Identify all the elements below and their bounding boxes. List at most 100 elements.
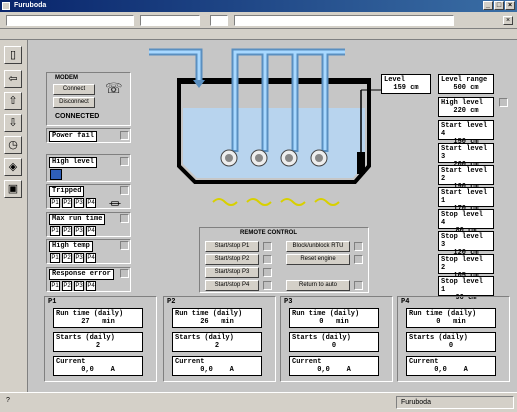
return-auto-button[interactable]: Return to auto — [286, 280, 350, 291]
toolbar-field-2[interactable] — [140, 15, 200, 26]
motor-icon: ⏛ — [109, 197, 122, 211]
start-stop-p3-button[interactable]: Start/stop P3 — [205, 267, 259, 278]
level-setting-6[interactable]: Start level 1170 cm — [438, 187, 494, 213]
run-time-value: 26 — [200, 318, 209, 326]
start-stop-p1-button[interactable]: Start/stop P1 — [205, 241, 259, 252]
pump-panel-p4: P4 Run time (daily) 0 min Starts (daily) 0 Cu… — [397, 296, 510, 382]
current-value: 0,0 — [200, 366, 213, 374]
run-time-display: Run time (daily) 27 min — [53, 308, 143, 328]
starts-value: 0 — [331, 342, 337, 350]
yellow-waves — [212, 198, 340, 206]
start-stop-p4-button[interactable]: Start/stop P4 — [205, 280, 259, 291]
high-temp-label: High temp — [49, 241, 93, 252]
level-setting-label: Start level 2 — [441, 167, 488, 183]
level-setting-value: 220 — [453, 107, 466, 115]
block-rtu-indicator — [354, 242, 363, 251]
close-button[interactable]: × — [505, 1, 515, 10]
current-label: Current — [292, 358, 322, 366]
pump-panel-p2: P2 Run time (daily) 26 min Starts (daily) 2 C… — [163, 296, 276, 382]
starts-label: Starts (daily) — [409, 334, 468, 342]
level-setting-2[interactable]: High level 220 cm — [438, 97, 494, 117]
block-rtu-button[interactable]: Block/unblock RTU — [286, 241, 350, 252]
run-time-display: Run time (daily) 0 min — [406, 308, 496, 328]
high-temp-indicator — [120, 241, 129, 250]
current-unit: A — [463, 366, 468, 374]
tank — [177, 78, 371, 184]
tripped-p4: P4 — [86, 198, 96, 208]
level-setting-1[interactable]: Level range 500 cm — [438, 74, 494, 94]
start-stop-p3-indicator — [263, 268, 272, 277]
pump-name: P3 — [284, 298, 293, 306]
level-setting-8[interactable]: Stop level 3 120 cm — [438, 231, 494, 257]
starts-display: Starts (daily) 0 — [406, 332, 496, 352]
start-stop-p2-button[interactable]: Start/stop P2 — [205, 254, 259, 265]
level-setting-4[interactable]: Start level 3200 cm — [438, 143, 494, 169]
level-setting-label: Start level 1 — [441, 189, 488, 205]
starts-label: Starts (daily) — [56, 334, 115, 342]
arrow-left-icon[interactable]: ⇦ — [4, 70, 22, 88]
current-label: Current — [175, 358, 205, 366]
clock-icon[interactable]: ◷ — [4, 136, 22, 154]
run-time-label: Run time (daily) — [56, 310, 124, 318]
arrow-up-icon[interactable]: ⇧ — [4, 92, 22, 110]
response-error-indicator — [120, 269, 129, 278]
level-display: Level 159 cm — [381, 74, 431, 94]
arrow-down-icon[interactable]: ⇩ — [4, 114, 22, 132]
alarm-icon[interactable]: ◈ — [4, 158, 22, 176]
run-time-value: 27 — [81, 318, 90, 326]
current-display: Current 0,0 A — [406, 356, 496, 376]
toolbar-field-1[interactable] — [6, 15, 134, 26]
maxrun-p2: P2 — [62, 226, 72, 236]
starts-display: Starts (daily) 2 — [172, 332, 262, 352]
run-time-unit: min — [453, 318, 466, 326]
current-unit: A — [346, 366, 351, 374]
starts-value: 2 — [214, 342, 220, 350]
level-setting-unit: cm — [470, 107, 479, 115]
toolbar-field-3[interactable] — [210, 15, 228, 26]
status-left: ? — [6, 397, 10, 404]
run-time-unit: min — [336, 318, 349, 326]
level-setting-3[interactable]: Start level 4 150 cm — [438, 120, 494, 146]
response-error-label: Response error — [49, 269, 114, 280]
document-icon[interactable]: ▯ — [4, 46, 22, 64]
tank-level-icon — [50, 169, 62, 180]
tripped-p2: P2 — [62, 198, 72, 208]
toolbar-field-4[interactable] — [234, 15, 454, 26]
level-setting-5[interactable]: Start level 2190 cm — [438, 165, 494, 191]
hightemp-p1: P1 — [50, 253, 60, 263]
title-bar: Furuboda _ □ × — [0, 0, 517, 12]
level-setting-9[interactable]: Stop level 2105 cm — [438, 254, 494, 280]
hightemp-p3: P3 — [74, 253, 84, 263]
minimize-button[interactable]: _ — [483, 1, 493, 10]
reset-engine-button[interactable]: Reset engine — [286, 254, 350, 265]
secondary-toolbar — [0, 29, 517, 40]
max-run-time-label: Max run time — [49, 214, 106, 225]
maxrun-p1: P1 — [50, 226, 60, 236]
print-icon[interactable]: ▣ — [4, 180, 22, 198]
run-time-label: Run time (daily) — [409, 310, 477, 318]
toolbar-close-button[interactable]: × — [503, 16, 513, 25]
status-app-name: Furuboda — [396, 396, 514, 409]
level-setting-7[interactable]: Stop level 480 cm — [438, 209, 494, 235]
level-setting-10[interactable]: Stop level 1 90 cm — [438, 276, 494, 302]
run-time-value: 0 — [436, 318, 441, 326]
starts-display: Starts (daily) 0 — [289, 332, 379, 352]
resperr-p4: P4 — [86, 281, 96, 291]
tank-diagram — [149, 48, 381, 206]
run-time-label: Run time (daily) — [292, 310, 360, 318]
tripped-label: Tripped — [49, 186, 85, 197]
pump-panel-p3: P3 Run time (daily) 0 min Starts (daily) 0 Cu… — [280, 296, 393, 382]
window-title: Furuboda — [14, 2, 47, 9]
current-display: Current 0,0 A — [289, 356, 379, 376]
level-value: 159 — [393, 84, 406, 92]
phone-icon: ☏ — [105, 80, 123, 96]
hightemp-p4: P4 — [86, 253, 96, 263]
maxrun-p3: P3 — [74, 226, 84, 236]
maxrun-p4: P4 — [86, 226, 96, 236]
connect-button[interactable]: Connect — [53, 84, 95, 95]
disconnect-button[interactable]: Disconnect — [53, 97, 95, 108]
run-time-unit: min — [102, 318, 115, 326]
current-value: 0,0 — [81, 366, 94, 374]
pump-panel-p1: P1 Run time (daily) 27 min Starts (daily) 2 C… — [44, 296, 157, 382]
maximize-button[interactable]: □ — [494, 1, 504, 10]
